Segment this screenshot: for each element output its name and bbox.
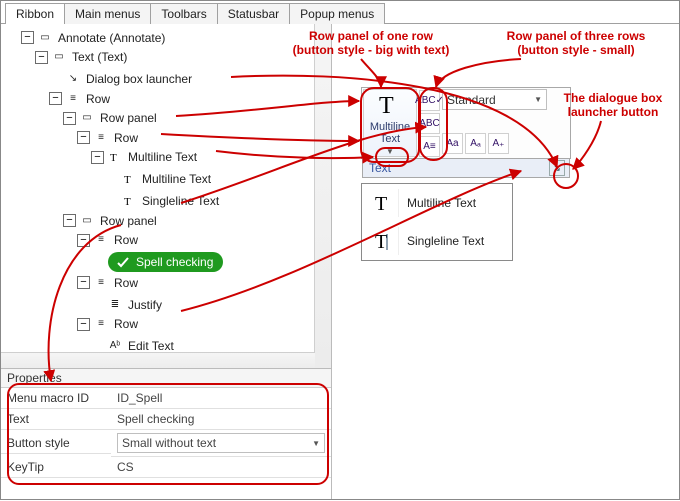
chevron-down-icon: ▼ [534, 95, 542, 104]
svg-text:T: T [110, 152, 117, 163]
chevron-down-icon: ▼ [312, 439, 320, 448]
text-icon: T [122, 172, 136, 186]
expander[interactable]: − [77, 131, 90, 144]
prop-key-keytip: KeyTip [1, 457, 111, 478]
annotation-dialog-launcher: The dialogue boxlauncher button [553, 91, 673, 119]
tree-row[interactable]: Row [112, 274, 140, 292]
tree-row[interactable]: Row [112, 231, 140, 249]
small-button-2[interactable]: ABC [419, 113, 440, 134]
tree-singleline[interactable]: Singleline Text [140, 192, 221, 210]
expander[interactable]: − [77, 234, 90, 247]
svg-text:T: T [375, 231, 387, 252]
justify-icon: ≣ [108, 298, 122, 312]
tree-row[interactable]: Row [112, 129, 140, 147]
svg-text:T: T [375, 193, 387, 214]
tree-justify[interactable]: Justify [126, 296, 164, 314]
expander[interactable]: − [63, 214, 76, 227]
window-frame: { "tabs": ["Ribbon", "Main menus", "Tool… [0, 0, 680, 500]
expander[interactable]: − [91, 151, 104, 164]
svg-text:T: T [379, 93, 394, 119]
style-combo[interactable]: Standard▼ [442, 89, 547, 110]
svg-text:T: T [124, 196, 131, 207]
chevron-down-icon: ▼ [386, 147, 394, 156]
small-button-3[interactable]: A≡ [419, 136, 440, 157]
ribbon-group-caption: Text ↘ [362, 159, 570, 178]
expander[interactable]: − [35, 51, 48, 64]
prop-val-text[interactable]: Spell checking [111, 409, 331, 430]
prop-val-style-select[interactable]: Small without text▼ [117, 433, 325, 453]
tab-bar: Ribbon Main menus Toolbars Statusbar Pop… [1, 1, 679, 24]
text-icon: T [108, 150, 122, 164]
small-button-6[interactable]: A₊ [488, 133, 509, 154]
expander[interactable]: − [77, 276, 90, 289]
tab-statusbar[interactable]: Statusbar [217, 3, 290, 24]
row-panel-icon: ▭ [80, 111, 94, 125]
small-button-5[interactable]: Aₐ [465, 133, 486, 154]
row-icon: ≡ [66, 92, 80, 106]
tree-row-panel-1[interactable]: Row panel [98, 109, 159, 127]
row-panel-icon: ▭ [80, 214, 94, 228]
tree-multiline-child[interactable]: Multiline Text [140, 170, 213, 188]
tree-row-panel-2[interactable]: Row panel [98, 212, 159, 230]
spell-icon [116, 255, 130, 269]
text-icon: T [370, 227, 399, 255]
text-icon: T [370, 189, 399, 217]
prop-key-text: Text [1, 409, 111, 430]
text-icon: T [376, 91, 404, 119]
tree-pane: −▭Annotate (Annotate) −▭Text (Text) ↘Dia… [1, 24, 332, 370]
scrollbar-vertical[interactable] [314, 24, 331, 369]
tree-dialog-launcher[interactable]: Dialog box launcher [84, 70, 194, 88]
launcher-icon: ↘ [66, 72, 80, 86]
tab-ribbon[interactable]: Ribbon [5, 3, 65, 24]
ribbon-preview: T Multiline Text ▼ ABC✓ ABC A≡ Standard▼… [361, 87, 571, 261]
prop-val-macro[interactable]: ID_Spell [111, 388, 331, 409]
tree-annotate[interactable]: Annotate (Annotate) [56, 29, 167, 47]
row-icon: ≡ [94, 317, 108, 331]
expander[interactable]: − [21, 31, 34, 44]
tree-row[interactable]: Row [84, 90, 112, 108]
dialog-launcher-button[interactable]: ↘ [549, 160, 565, 176]
text-icon: T [122, 194, 136, 208]
ribbon-group: T Multiline Text ▼ ABC✓ ABC A≡ Standard▼… [361, 87, 571, 159]
tab-popup-menus[interactable]: Popup menus [289, 3, 385, 24]
ribbon-tree[interactable]: −▭Annotate (Annotate) −▭Text (Text) ↘Dia… [1, 24, 331, 370]
row-icon: ≡ [94, 276, 108, 290]
expander[interactable]: − [49, 92, 62, 105]
row-icon: ≡ [94, 131, 108, 145]
properties-grid: Menu macro ID ID_Spell Text Spell checki… [1, 388, 331, 478]
tree-spell-checking-selected[interactable]: Spell checking [108, 252, 223, 272]
panel-icon: ▭ [38, 31, 52, 45]
prop-val-keytip[interactable]: CS [111, 457, 331, 478]
expander[interactable]: − [63, 112, 76, 125]
tab-toolbars[interactable]: Toolbars [150, 3, 217, 24]
tree-multiline[interactable]: Multiline Text [126, 148, 199, 166]
prop-key-macro: Menu macro ID [1, 388, 111, 409]
properties-pane: Properties Menu macro ID ID_Spell Text S… [1, 368, 332, 499]
tree-row[interactable]: Row [112, 315, 140, 333]
tab-main-menus[interactable]: Main menus [64, 3, 151, 24]
spell-check-button[interactable]: ABC✓ [419, 90, 440, 111]
dropdown-item-multiline[interactable]: T Multiline Text [362, 184, 512, 222]
properties-title: Properties [1, 369, 331, 388]
multiline-dropdown[interactable]: T Multiline Text T Singleline Text [361, 183, 513, 261]
dropdown-item-singleline[interactable]: T Singleline Text [362, 222, 512, 260]
small-button-4[interactable]: Aa [442, 133, 463, 154]
prop-key-style: Button style [1, 433, 111, 454]
edit-icon: Aᵇ [108, 339, 122, 353]
svg-text:T: T [124, 174, 131, 185]
annotation-row-panel-three: Row panel of three rows(button style - s… [481, 29, 671, 57]
panel-icon: ▭ [52, 50, 66, 64]
expander[interactable]: − [77, 318, 90, 331]
scrollbar-horizontal[interactable] [1, 352, 315, 369]
tree-text[interactable]: Text (Text) [70, 48, 129, 66]
small-column-1: ABC✓ ABC A≡ [419, 89, 440, 157]
row-icon: ≡ [94, 233, 108, 247]
big-button-multiline[interactable]: T Multiline Text ▼ [363, 89, 417, 157]
